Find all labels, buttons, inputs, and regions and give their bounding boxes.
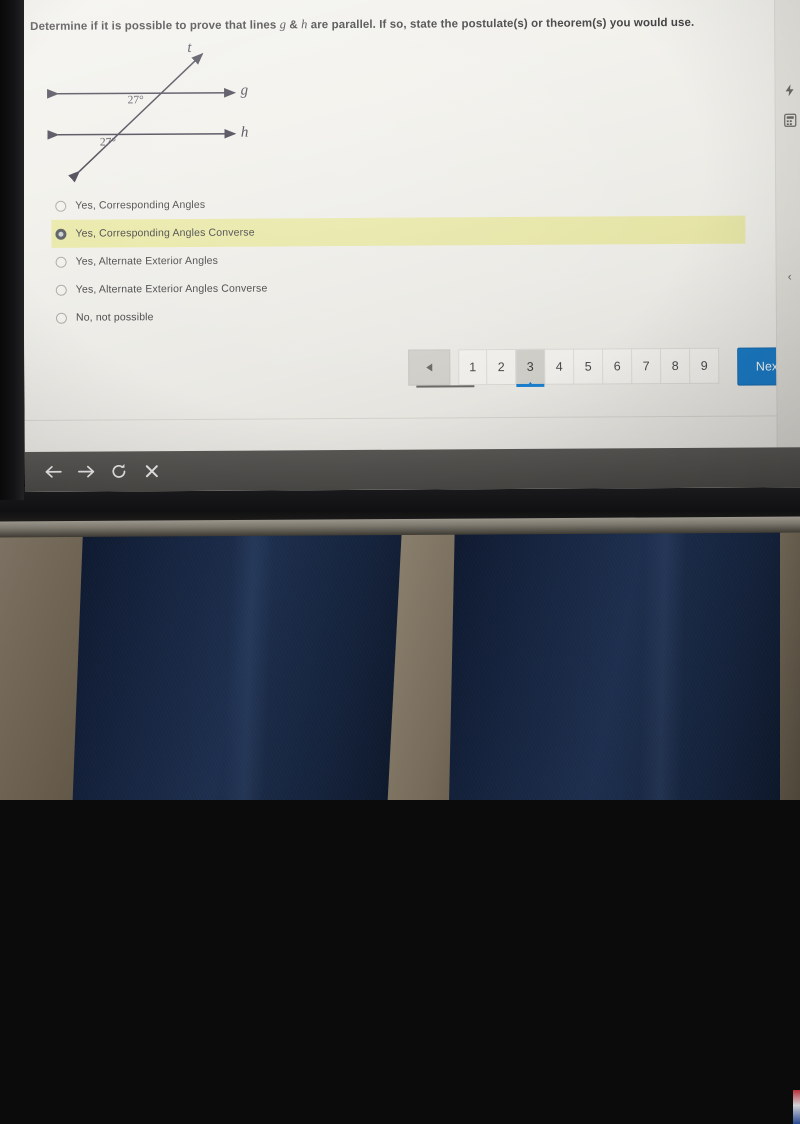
option-label: Yes, Alternate Exterior Angles Converse — [75, 282, 268, 296]
option-row-2[interactable]: Yes, Alternate Exterior Angles — [52, 244, 752, 276]
previous-page-button[interactable] — [408, 349, 451, 386]
monitor-screen: Determine if it is possible to prove tha… — [22, 0, 800, 492]
jeans-right-leg — [449, 520, 800, 800]
angle-label-upper: 27° — [127, 94, 144, 107]
page-button-4[interactable]: 4 — [545, 348, 575, 385]
answer-options: Yes, Corresponding Angles Yes, Correspon… — [51, 188, 752, 332]
angle-label-lower: 27° — [99, 136, 117, 149]
arrow-right-icon[interactable] — [76, 462, 96, 482]
bolt-icon[interactable] — [782, 83, 798, 99]
line-t — [68, 52, 204, 183]
browser-navigation-bar — [24, 447, 800, 492]
page-button-6[interactable]: 6 — [603, 348, 633, 385]
radio-icon[interactable] — [55, 312, 67, 324]
clothing-tag — [793, 1090, 800, 1124]
option-row-0[interactable]: Yes, Corresponding Angles — [51, 188, 751, 220]
question-text-part2: are parallel. If so, state the postulate… — [307, 16, 695, 32]
rail-collapse-button[interactable]: ‹ — [781, 265, 799, 287]
denim-crease — [639, 520, 687, 800]
geometry-diagram: t g h 27° 27° — [42, 36, 293, 188]
jeans-left-leg — [72, 520, 424, 800]
label-line-t: t — [187, 39, 192, 56]
page-button-2[interactable]: 2 — [487, 348, 517, 386]
content-divider — [24, 415, 777, 421]
line-g — [47, 87, 237, 99]
page-button-8[interactable]: 8 — [661, 347, 691, 385]
right-rail: ‹ — [773, 0, 800, 448]
triangle-left-icon — [426, 363, 433, 372]
radio-icon[interactable] — [55, 284, 67, 296]
option-label: Yes, Corresponding Angles — [75, 198, 206, 212]
option-label: Yes, Alternate Exterior Angles — [75, 254, 219, 268]
radio-icon[interactable] — [55, 200, 67, 212]
denim-texture — [449, 520, 800, 800]
question-amp: & — [286, 19, 302, 32]
monitor-bezel-left — [0, 0, 24, 500]
option-label: Yes, Corresponding Angles Converse — [75, 226, 255, 240]
arrow-left-icon[interactable] — [43, 462, 63, 482]
page-button-7[interactable]: 7 — [632, 348, 662, 385]
lap-photo-region — [0, 520, 800, 1124]
option-row-3[interactable]: Yes, Alternate Exterior Angles Converse — [52, 272, 752, 304]
option-row-4[interactable]: No, not possible — [52, 300, 752, 332]
close-icon[interactable] — [142, 461, 162, 481]
quiz-page: Determine if it is possible to prove tha… — [22, 0, 800, 452]
line-h — [47, 128, 237, 140]
option-row-1[interactable]: Yes, Corresponding Angles Converse — [51, 215, 746, 248]
page-button-9[interactable]: 9 — [690, 347, 720, 384]
page-button-5[interactable]: 5 — [574, 348, 604, 385]
label-line-g: g — [240, 82, 249, 99]
page-button-1[interactable]: 1 — [458, 349, 488, 386]
question-text-part1: Determine if it is possible to prove tha… — [30, 19, 280, 33]
photo-scene: Determine if it is possible to prove tha… — [0, 0, 800, 1124]
label-line-h: h — [240, 124, 249, 141]
radio-icon[interactable] — [55, 256, 67, 268]
reload-icon[interactable] — [109, 461, 129, 481]
pagination: 1 2 3 4 5 6 7 8 9 Next — [408, 347, 800, 388]
page-button-3-label: 3 — [526, 359, 534, 374]
question-text: Determine if it is possible to prove tha… — [30, 14, 720, 35]
option-label: No, not possible — [75, 311, 154, 324]
active-page-caret-icon — [527, 381, 534, 386]
cardboard-right — [780, 520, 800, 800]
calculator-icon[interactable] — [782, 113, 798, 129]
page-number-list: 1 2 3 4 5 6 7 8 9 — [458, 347, 720, 388]
diagram-svg — [47, 52, 237, 183]
radio-icon-selected[interactable] — [55, 228, 67, 240]
page-button-3[interactable]: 3 — [516, 348, 546, 386]
